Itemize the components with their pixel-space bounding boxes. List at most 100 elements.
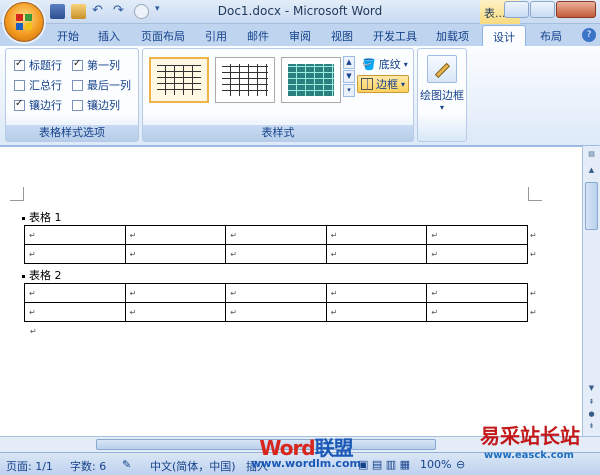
table-cell: ↵ [426,244,528,264]
tab-design[interactable]: 设计 [482,25,526,46]
table-cell: ↵ [24,302,126,322]
table-cell: ↵ [124,244,227,264]
ruler-toggle-icon[interactable]: ▤ [585,148,598,160]
checkbox[interactable] [14,79,25,91]
office-logo-icon [16,14,32,30]
table-style-options-group: 标题行 第一列 汇总行 最后一列 镶边行 镶边列 表格样式选项 [5,48,139,142]
ribbon-tabs: 开始 插入 页面布局 引用 邮件 审阅 视图 开发工具 加载项 设计 布局 ? [0,24,600,46]
prev-page-icon[interactable]: ⇞ [585,396,598,408]
tab-review[interactable]: 审阅 [289,28,311,44]
table-cell: ↵ [225,283,327,303]
banded-columns-option[interactable]: 镶边列 [72,97,120,113]
tab-home[interactable]: 开始 [57,28,79,44]
table-row: ↵ ↵ ↵ ↵ ↵ [24,283,528,303]
wordlm-watermark: Word联盟 www.wordlm.com [251,436,361,470]
first-column-option[interactable]: 第一列 [72,57,120,73]
paint-bucket-icon: 🪣 [362,57,376,71]
total-row-option[interactable]: 汇总行 [14,77,62,93]
page-count[interactable]: 页面: 1/1 [6,458,53,474]
borders-button[interactable]: 边框 ▾ [357,75,410,93]
table-style-teal[interactable] [281,57,341,103]
close-button[interactable] [556,1,596,18]
tab-developer[interactable]: 开发工具 [373,28,417,44]
maximize-button[interactable] [530,1,555,18]
table-cell: ↵ [124,302,227,322]
table-styles-group: 🪣 底纹 ▾ 边框 ▾ 表样式 [142,48,414,142]
ribbon: 标题行 第一列 汇总行 最后一列 镶边行 镶边列 表格样式选项 🪣 底纹▾ 边框… [0,46,600,146]
scroll-down-icon[interactable]: ▼ [585,382,598,394]
table-row: ↵ ↵ ↵ ↵ ↵ [24,244,528,264]
spellcheck-icon[interactable]: ✎ [122,458,131,471]
tab-references[interactable]: 引用 [205,28,227,44]
office-button[interactable] [4,2,44,42]
document-page[interactable]: 表格 1 ↵ ↵ ↵ ↵ ↵ ↵ ↵ ↵ ↵ ↵ ↵ ↵ 表格 2 ↵ ↵ ↵ ↵ ↵ ↵ ↵ ↵ ↵ ↵ ↵ … [0,146,582,436]
checkbox[interactable] [14,58,25,71]
draw-borders-group: 绘图边框 ▾ [417,48,467,142]
window-controls [504,1,596,18]
table-cell: ↵ [325,302,428,322]
tab-page-layout[interactable]: 页面布局 [141,28,185,44]
row-end-mark: ↵ [530,250,537,259]
shading-button[interactable]: 🪣 底纹 ▾ [359,55,411,73]
table-cell: ↵ [426,302,528,322]
tab-layout[interactable]: 布局 [540,28,562,44]
last-column-option[interactable]: 最后一列 [72,77,131,93]
vertical-scrollbar[interactable]: ▤ ▲ ▼ ⇞ ● ⇟ [582,146,600,436]
margin-mark [10,187,24,201]
row-end-mark: ↵ [530,308,537,317]
language[interactable]: 中文(简体，中国) [150,458,236,474]
minimize-button[interactable] [504,1,529,18]
table-cell: ↵ [124,283,227,303]
paragraph-mark: ↵ [30,327,37,336]
title-bar: ↶ ↷ ▾ Doc1.docx - Microsoft Word 表... [0,0,600,24]
gallery-up-icon[interactable]: ▲ [343,56,355,69]
table-style-plain-grid[interactable] [149,57,209,103]
gallery-down-icon[interactable]: ▼ [343,70,355,83]
header-row-option[interactable]: 标题行 [14,57,62,73]
checkbox[interactable] [72,99,83,111]
easck-watermark-url: www.easck.com [484,450,574,461]
word-count[interactable]: 字数: 6 [70,458,106,474]
table-cell: ↵ [426,283,528,303]
group-label: 表格样式选项 [6,125,138,141]
table-cell: ↵ [24,225,126,245]
scroll-up-icon[interactable]: ▲ [585,164,598,176]
checkbox[interactable] [72,58,83,71]
gallery-more-icon[interactable]: ▾ [343,84,355,97]
table-cell: ↵ [225,225,327,245]
table-2[interactable]: ↵ ↵ ↵ ↵ ↵ ↵ ↵ ↵ ↵ ↵ [24,283,528,322]
checkbox[interactable] [14,98,25,111]
table1-caption[interactable]: 表格 1 [22,209,62,225]
scroll-thumb[interactable] [585,182,598,230]
next-page-icon[interactable]: ⇟ [585,420,598,432]
table-1[interactable]: ↵ ↵ ↵ ↵ ↵ ↵ ↵ ↵ ↵ ↵ [24,225,528,264]
borders-icon [361,78,373,90]
tab-view[interactable]: 视图 [331,28,353,44]
banded-rows-option[interactable]: 镶边行 [14,97,62,113]
table-cell: ↵ [225,244,327,264]
row-end-mark: ↵ [530,231,537,240]
style-gallery-scroll: ▲ ▼ ▾ [343,56,355,97]
group-label: 表样式 [143,125,413,141]
table-cell: ↵ [426,225,528,245]
table-cell: ↵ [124,225,227,245]
help-icon[interactable]: ? [582,28,596,42]
zoom-out-icon[interactable]: ⊖ [456,458,465,471]
checkbox[interactable] [72,79,83,91]
table2-caption[interactable]: 表格 2 [22,267,62,283]
tab-addins[interactable]: 加载项 [436,28,469,44]
browse-object-icon[interactable]: ● [585,408,598,420]
table-cell: ↵ [24,244,126,264]
pencil-icon [427,55,457,83]
row-end-mark: ↵ [530,289,537,298]
tab-mailings[interactable]: 邮件 [247,28,269,44]
table-row: ↵ ↵ ↵ ↵ ↵ [24,302,528,322]
table-cell: ↵ [325,225,428,245]
table-style-grid-2[interactable] [215,57,275,103]
table-row: ↵ ↵ ↵ ↵ ↵ [24,225,528,245]
draw-border-button[interactable]: 绘图边框 ▾ [418,55,466,112]
table-cell: ↵ [325,244,428,264]
zoom-level[interactable]: 100% [420,458,451,471]
table-cell: ↵ [24,283,126,303]
tab-insert[interactable]: 插入 [98,28,120,44]
